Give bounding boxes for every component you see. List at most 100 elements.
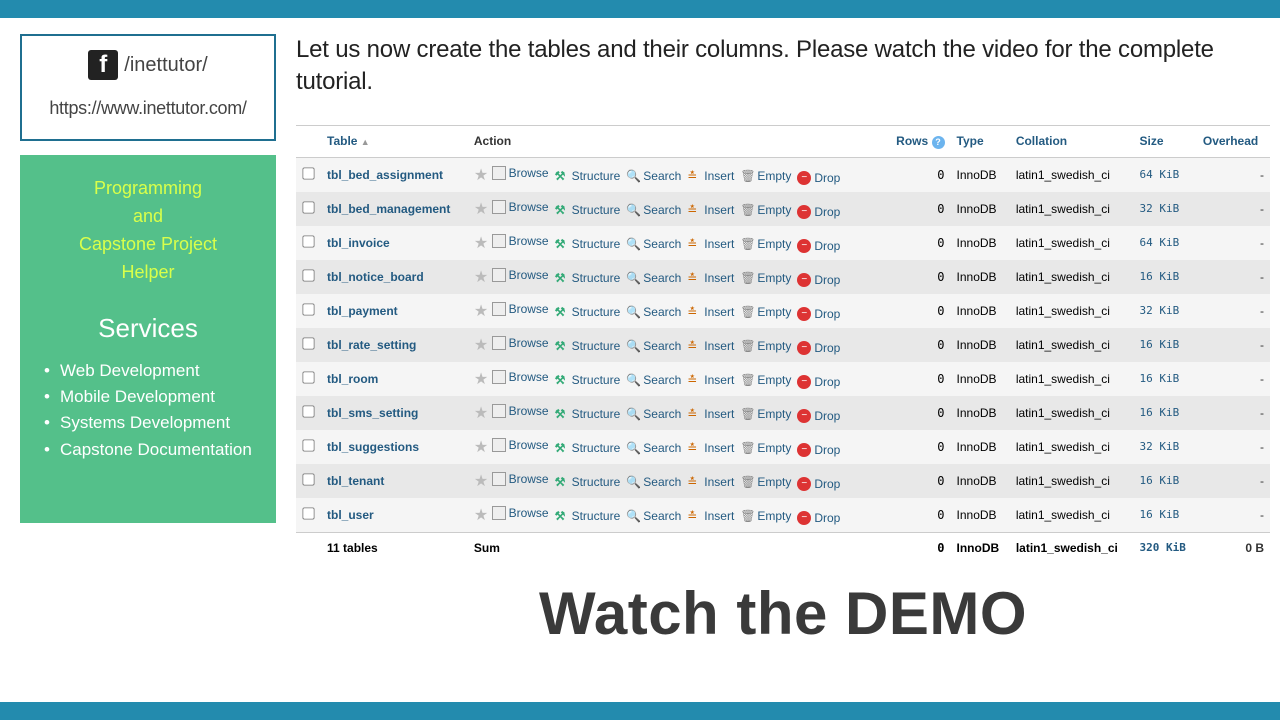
insert-action[interactable]: ≛ Insert	[687, 441, 734, 455]
table-name[interactable]: tbl_room	[321, 362, 468, 396]
row-checkbox[interactable]	[302, 405, 314, 417]
empty-action[interactable]: 🗑 Empty	[740, 475, 791, 489]
browse-action[interactable]: Browse	[492, 302, 549, 316]
browse-action[interactable]: Browse	[492, 472, 549, 486]
table-name[interactable]: tbl_tenant	[321, 464, 468, 498]
favorite-star-icon[interactable]: ★	[474, 201, 488, 218]
table-name[interactable]: tbl_rate_setting	[321, 328, 468, 362]
empty-action[interactable]: 🗑 Empty	[740, 373, 791, 387]
structure-action[interactable]: ⚒ Structure	[555, 509, 621, 523]
favorite-star-icon[interactable]: ★	[474, 439, 488, 456]
browse-action[interactable]: Browse	[492, 506, 549, 520]
drop-action[interactable]: − Drop	[797, 239, 840, 253]
row-checkbox[interactable]	[302, 235, 314, 247]
drop-action[interactable]: − Drop	[797, 273, 840, 287]
row-checkbox[interactable]	[302, 303, 314, 315]
structure-action[interactable]: ⚒ Structure	[555, 305, 621, 319]
help-icon[interactable]: ?	[932, 136, 945, 149]
structure-action[interactable]: ⚒ Structure	[555, 169, 621, 183]
table-name[interactable]: tbl_bed_management	[321, 192, 468, 226]
col-type[interactable]: Type	[951, 125, 1010, 157]
empty-action[interactable]: 🗑 Empty	[740, 271, 791, 285]
table-name[interactable]: tbl_user	[321, 498, 468, 533]
browse-action[interactable]: Browse	[492, 404, 549, 418]
table-name[interactable]: tbl_invoice	[321, 226, 468, 260]
empty-action[interactable]: 🗑 Empty	[740, 509, 791, 523]
structure-action[interactable]: ⚒ Structure	[555, 237, 621, 251]
search-action[interactable]: 🔍 Search	[626, 441, 681, 455]
search-action[interactable]: 🔍 Search	[626, 271, 681, 285]
empty-action[interactable]: 🗑 Empty	[740, 339, 791, 353]
col-size[interactable]: Size	[1134, 125, 1197, 157]
col-rows[interactable]: Rows ?	[885, 125, 950, 157]
insert-action[interactable]: ≛ Insert	[687, 373, 734, 387]
search-action[interactable]: 🔍 Search	[626, 509, 681, 523]
insert-action[interactable]: ≛ Insert	[687, 271, 734, 285]
search-action[interactable]: 🔍 Search	[626, 475, 681, 489]
empty-action[interactable]: 🗑 Empty	[740, 169, 791, 183]
row-checkbox[interactable]	[302, 269, 314, 281]
empty-action[interactable]: 🗑 Empty	[740, 441, 791, 455]
insert-action[interactable]: ≛ Insert	[687, 509, 734, 523]
browse-action[interactable]: Browse	[492, 268, 549, 282]
drop-action[interactable]: − Drop	[797, 511, 840, 525]
table-name[interactable]: tbl_suggestions	[321, 430, 468, 464]
search-action[interactable]: 🔍 Search	[626, 169, 681, 183]
row-checkbox[interactable]	[302, 201, 314, 213]
col-table[interactable]: Table ▲	[321, 125, 468, 157]
empty-action[interactable]: 🗑 Empty	[740, 407, 791, 421]
col-overhead[interactable]: Overhead	[1197, 125, 1270, 157]
row-checkbox[interactable]	[302, 371, 314, 383]
browse-action[interactable]: Browse	[492, 234, 549, 248]
favorite-star-icon[interactable]: ★	[474, 473, 488, 490]
row-checkbox[interactable]	[302, 439, 314, 451]
browse-action[interactable]: Browse	[492, 200, 549, 214]
browse-action[interactable]: Browse	[492, 438, 549, 452]
browse-action[interactable]: Browse	[492, 370, 549, 384]
favorite-star-icon[interactable]: ★	[474, 337, 488, 354]
insert-action[interactable]: ≛ Insert	[687, 475, 734, 489]
favorite-star-icon[interactable]: ★	[474, 269, 488, 286]
structure-action[interactable]: ⚒ Structure	[555, 271, 621, 285]
empty-action[interactable]: 🗑 Empty	[740, 305, 791, 319]
search-action[interactable]: 🔍 Search	[626, 373, 681, 387]
insert-action[interactable]: ≛ Insert	[687, 169, 734, 183]
search-action[interactable]: 🔍 Search	[626, 203, 681, 217]
structure-action[interactable]: ⚒ Structure	[555, 203, 621, 217]
search-action[interactable]: 🔍 Search	[626, 237, 681, 251]
insert-action[interactable]: ≛ Insert	[687, 407, 734, 421]
drop-action[interactable]: − Drop	[797, 443, 840, 457]
insert-action[interactable]: ≛ Insert	[687, 305, 734, 319]
structure-action[interactable]: ⚒ Structure	[555, 339, 621, 353]
table-name[interactable]: tbl_payment	[321, 294, 468, 328]
drop-action[interactable]: − Drop	[797, 307, 840, 321]
structure-action[interactable]: ⚒ Structure	[555, 373, 621, 387]
empty-action[interactable]: 🗑 Empty	[740, 203, 791, 217]
drop-action[interactable]: − Drop	[797, 409, 840, 423]
search-action[interactable]: 🔍 Search	[626, 407, 681, 421]
structure-action[interactable]: ⚒ Structure	[555, 475, 621, 489]
drop-action[interactable]: − Drop	[797, 205, 840, 219]
search-action[interactable]: 🔍 Search	[626, 305, 681, 319]
drop-action[interactable]: − Drop	[797, 375, 840, 389]
insert-action[interactable]: ≛ Insert	[687, 203, 734, 217]
favorite-star-icon[interactable]: ★	[474, 371, 488, 388]
browse-action[interactable]: Browse	[492, 166, 549, 180]
search-action[interactable]: 🔍 Search	[626, 339, 681, 353]
browse-action[interactable]: Browse	[492, 336, 549, 350]
favorite-star-icon[interactable]: ★	[474, 507, 488, 524]
insert-action[interactable]: ≛ Insert	[687, 339, 734, 353]
row-checkbox[interactable]	[302, 337, 314, 349]
col-collation[interactable]: Collation	[1010, 125, 1134, 157]
structure-action[interactable]: ⚒ Structure	[555, 441, 621, 455]
favorite-star-icon[interactable]: ★	[474, 405, 488, 422]
favorite-star-icon[interactable]: ★	[474, 167, 488, 184]
row-checkbox[interactable]	[302, 167, 314, 179]
favorite-star-icon[interactable]: ★	[474, 303, 488, 320]
table-name[interactable]: tbl_sms_setting	[321, 396, 468, 430]
insert-action[interactable]: ≛ Insert	[687, 237, 734, 251]
table-name[interactable]: tbl_notice_board	[321, 260, 468, 294]
drop-action[interactable]: − Drop	[797, 171, 840, 185]
drop-action[interactable]: − Drop	[797, 477, 840, 491]
favorite-star-icon[interactable]: ★	[474, 235, 488, 252]
